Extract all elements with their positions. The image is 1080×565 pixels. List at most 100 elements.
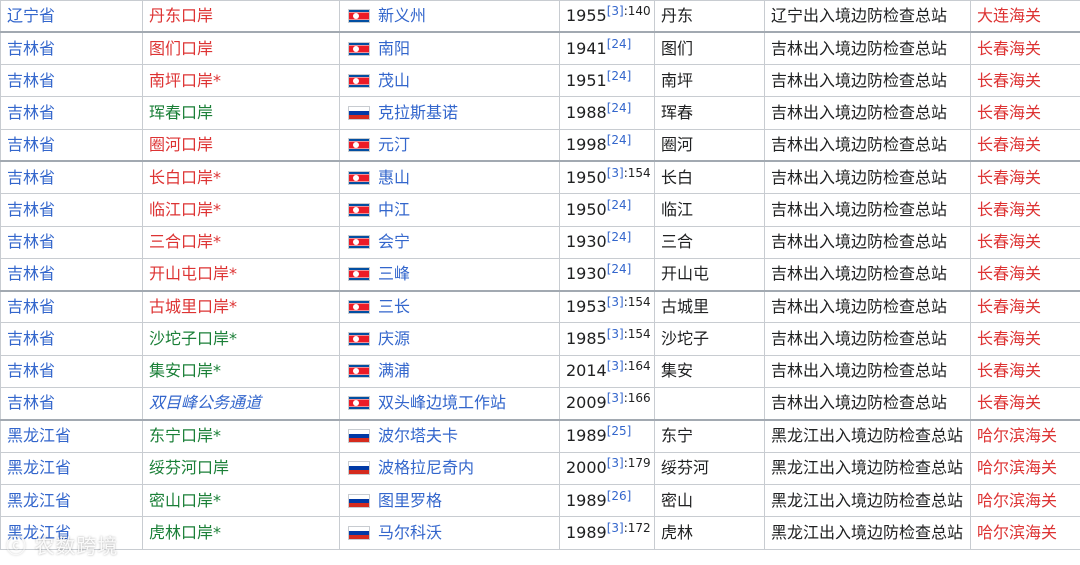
customs-cell: 长春海关 <box>970 128 1080 162</box>
citation-link[interactable]: [24] <box>607 101 632 115</box>
port-link[interactable]: 丹东口岸 <box>149 6 213 25</box>
citation-link[interactable]: [24] <box>607 37 632 51</box>
foreign-city-link[interactable]: 波尔塔夫卡 <box>378 426 458 445</box>
customs-link[interactable]: 长春海关 <box>977 71 1041 90</box>
domestic-city: 密山 <box>661 490 694 510</box>
citation-link[interactable]: [24] <box>607 69 632 83</box>
customs-link[interactable]: 长春海关 <box>977 297 1041 316</box>
customs-link[interactable]: 长春海关 <box>977 329 1041 348</box>
station-cell: 黑龙江出入境边防检查总站 <box>764 483 971 518</box>
foreign-city-link[interactable]: 会宁 <box>378 232 410 251</box>
foreign-city-link[interactable]: 马尔科沃 <box>378 523 442 542</box>
port-link[interactable]: 图们口岸 <box>149 39 213 58</box>
province-label: 吉林省 <box>7 70 56 90</box>
province-cell: 吉林省 <box>0 322 143 356</box>
customs-link[interactable]: 大连海关 <box>977 6 1041 25</box>
port-cell: 图们口岸 <box>142 31 340 66</box>
ports-table-body: 辽宁省 丹东口岸 新义州 1955[3]:140 丹东 辽宁出入境边防检查总站 大连海关 吉林… <box>0 0 1080 550</box>
foreign-city-link[interactable]: 满浦 <box>378 361 410 380</box>
port-link[interactable]: 临江口岸* <box>149 200 221 219</box>
table-row: 吉林省 三合口岸* 会宁 1930[24] 三合 吉林出入境边防检查总站 长春海关 <box>0 225 1080 259</box>
domestic-city-cell: 古城里 <box>654 289 765 324</box>
province-label: 黑龙江省 <box>7 426 72 446</box>
port-cell: 绥芬河口岸 <box>142 451 340 485</box>
customs-link[interactable]: 哈尔滨海关 <box>977 491 1057 510</box>
port-cell: 圈河口岸 <box>142 128 340 162</box>
year-cell: 2009[3]:166 <box>559 387 655 421</box>
foreign-city-link[interactable]: 克拉斯基诺 <box>378 103 458 122</box>
foreign-city-link[interactable]: 庆源 <box>378 329 410 348</box>
customs-link[interactable]: 长春海关 <box>977 264 1041 283</box>
domestic-city-cell: 临江 <box>654 193 765 227</box>
foreign-city-link[interactable]: 三峰 <box>378 264 410 283</box>
customs-link[interactable]: 哈尔滨海关 <box>977 458 1057 477</box>
port-link[interactable]: 圈河口岸 <box>149 135 213 154</box>
customs-link[interactable]: 长春海关 <box>977 103 1041 122</box>
domestic-city: 南坪 <box>661 70 694 90</box>
foreign-city-link[interactable]: 南阳 <box>378 39 410 58</box>
citation-link[interactable]: [24] <box>607 262 632 276</box>
foreign-city-cell: 元汀 <box>339 128 560 162</box>
foreign-city-link[interactable]: 中江 <box>378 200 410 219</box>
customs-link[interactable]: 长春海关 <box>977 200 1041 219</box>
customs-link[interactable]: 长春海关 <box>977 39 1041 58</box>
port-link[interactable]: 沙坨子口岸* <box>149 329 237 348</box>
citation-link[interactable]: [3] <box>607 521 624 535</box>
foreign-city-link[interactable]: 三长 <box>378 297 410 316</box>
customs-link[interactable]: 长春海关 <box>977 168 1041 187</box>
citation-link[interactable]: [3] <box>607 295 624 309</box>
citation-link[interactable]: [25] <box>607 424 632 438</box>
russia-flag-icon <box>348 461 370 476</box>
port-link[interactable]: 三合口岸* <box>149 232 221 251</box>
citation-link[interactable]: [3] <box>607 166 624 180</box>
foreign-city-link[interactable]: 波格拉尼奇内 <box>378 458 474 477</box>
customs-link[interactable]: 哈尔滨海关 <box>977 426 1057 445</box>
foreign-city-link[interactable]: 惠山 <box>378 168 410 187</box>
customs-link[interactable]: 长春海关 <box>977 361 1041 380</box>
province-label: 吉林省 <box>7 38 56 58</box>
foreign-city-link[interactable]: 双头峰边境工作站 <box>378 393 506 412</box>
port-link[interactable]: 绥芬河口岸 <box>149 458 229 477</box>
foreign-city-link[interactable]: 图里罗格 <box>378 491 442 510</box>
customs-link[interactable]: 长春海关 <box>977 232 1041 251</box>
domestic-city-cell: 长白 <box>654 160 765 195</box>
port-link[interactable]: 古城里口岸* <box>149 297 237 316</box>
citation-link[interactable]: [26] <box>607 489 632 503</box>
table-row: 吉林省 长白口岸* 惠山 1950[3]:154 长白 吉林出入境边防检查总站 长春海关 <box>0 160 1080 195</box>
province-cell: 黑龙江省 <box>0 483 143 518</box>
citation-link[interactable]: [24] <box>607 133 632 147</box>
customs-link[interactable]: 长春海关 <box>977 135 1041 154</box>
port-link[interactable]: 虎林口岸* <box>149 523 221 542</box>
year-value: 1989 <box>566 426 607 446</box>
citation-link[interactable]: [24] <box>607 230 632 244</box>
inspection-station: 吉林出入境边防检查总站 <box>771 135 948 155</box>
foreign-city-link[interactable]: 茂山 <box>378 71 410 90</box>
table-row: 黑龙江省 绥芬河口岸 波格拉尼奇内 2000[3]:179 绥芬河 黑龙江出入境边防检查总… <box>0 451 1080 485</box>
port-link[interactable]: 东宁口岸* <box>149 426 221 445</box>
province-cell: 吉林省 <box>0 354 143 389</box>
inspection-station: 黑龙江出入境边防检查总站 <box>771 458 964 478</box>
province-label: 吉林省 <box>7 199 56 219</box>
domestic-city: 东宁 <box>661 426 694 446</box>
port-link[interactable]: 珲春口岸 <box>149 103 213 122</box>
customs-link[interactable]: 长春海关 <box>977 393 1041 412</box>
province-cell: 黑龙江省 <box>0 418 143 453</box>
port-link[interactable]: 双目峰公务通道 <box>149 393 261 412</box>
port-link[interactable]: 南坪口岸* <box>149 71 221 90</box>
inspection-station: 吉林出入境边防检查总站 <box>771 70 948 90</box>
table-row: 黑龙江省 密山口岸* 图里罗格 1989[26] 密山 黑龙江出入境边防检查总站 哈尔滨海关 <box>0 483 1080 518</box>
citation-link[interactable]: [3] <box>607 391 624 405</box>
foreign-city-link[interactable]: 新义州 <box>378 6 426 25</box>
citation-link[interactable]: [3] <box>607 359 624 373</box>
citation-link[interactable]: [3] <box>607 4 624 18</box>
port-link[interactable]: 密山口岸* <box>149 491 221 510</box>
port-link[interactable]: 集安口岸* <box>149 361 221 380</box>
citation-link[interactable]: [3] <box>607 456 624 470</box>
customs-link[interactable]: 哈尔滨海关 <box>977 523 1057 542</box>
port-link[interactable]: 开山屯口岸* <box>149 264 237 283</box>
citation-link[interactable]: [24] <box>607 198 632 212</box>
port-link[interactable]: 长白口岸* <box>149 168 221 187</box>
north-korea-flag-icon <box>348 235 370 250</box>
foreign-city-link[interactable]: 元汀 <box>378 135 410 154</box>
citation-link[interactable]: [3] <box>607 327 624 341</box>
